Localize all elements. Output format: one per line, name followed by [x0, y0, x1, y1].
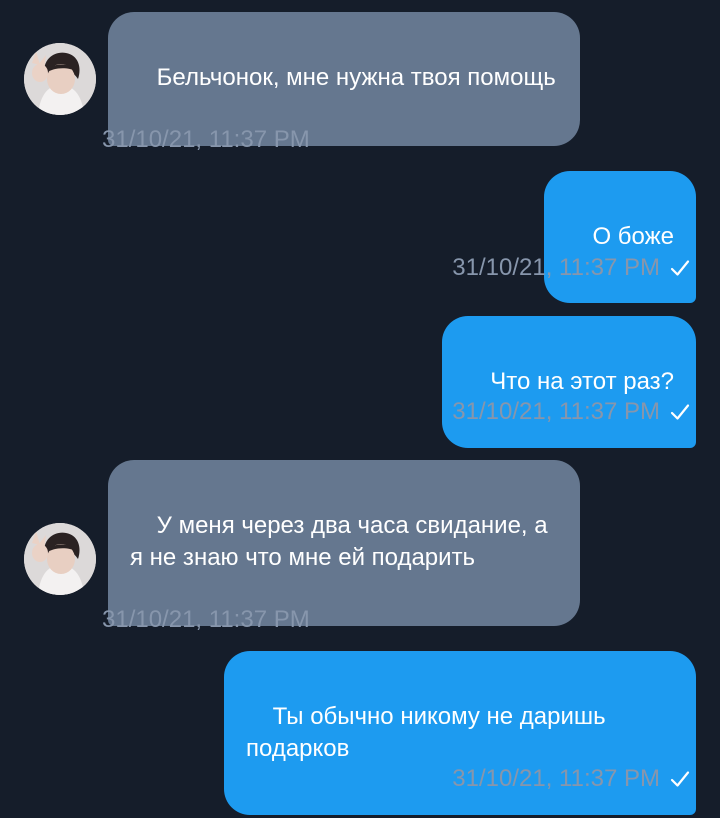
incoming-message-bubble[interactable]: У меня через два часа свидание, а я не з… — [108, 460, 580, 626]
sent-check-icon — [670, 771, 690, 787]
user-photo-icon — [24, 523, 96, 595]
message-timestamp: 31/10/21, 11:37 PM — [102, 126, 310, 153]
chat-thread: Бельчонок, мне нужна твоя помощь 31/10/2… — [0, 0, 720, 818]
message-meta: 31/10/21, 11:37 PM — [452, 398, 690, 426]
avatar[interactable] — [24, 43, 96, 115]
user-photo-icon — [24, 43, 96, 115]
sent-check-icon — [670, 404, 690, 420]
message-text: Ты обычно никому не даришь подарков — [246, 703, 613, 762]
message-timestamp: 31/10/21, 11:37 PM — [452, 398, 660, 425]
message-text: Что на этот раз? — [490, 368, 674, 395]
outgoing-message-bubble[interactable]: О боже — [543, 171, 696, 303]
message-text: О боже — [592, 223, 674, 250]
sent-check-icon — [670, 260, 690, 276]
message-text: У меня через два часа свидание, а я не з… — [130, 512, 555, 571]
message-meta: 31/10/21, 11:37 PM — [452, 254, 690, 282]
message-timestamp: 31/10/21, 11:37 PM — [452, 765, 660, 792]
message-timestamp: 31/10/21, 11:37 PM — [452, 254, 660, 281]
message-meta: 31/10/21, 11:37 PM — [452, 765, 690, 793]
message-timestamp: 31/10/21, 11:37 PM — [102, 606, 310, 633]
message-text: Бельчонок, мне нужна твоя помощь — [156, 64, 556, 91]
avatar[interactable] — [24, 523, 96, 595]
outgoing-message-bubble[interactable]: Что на этот раз? — [441, 316, 696, 448]
